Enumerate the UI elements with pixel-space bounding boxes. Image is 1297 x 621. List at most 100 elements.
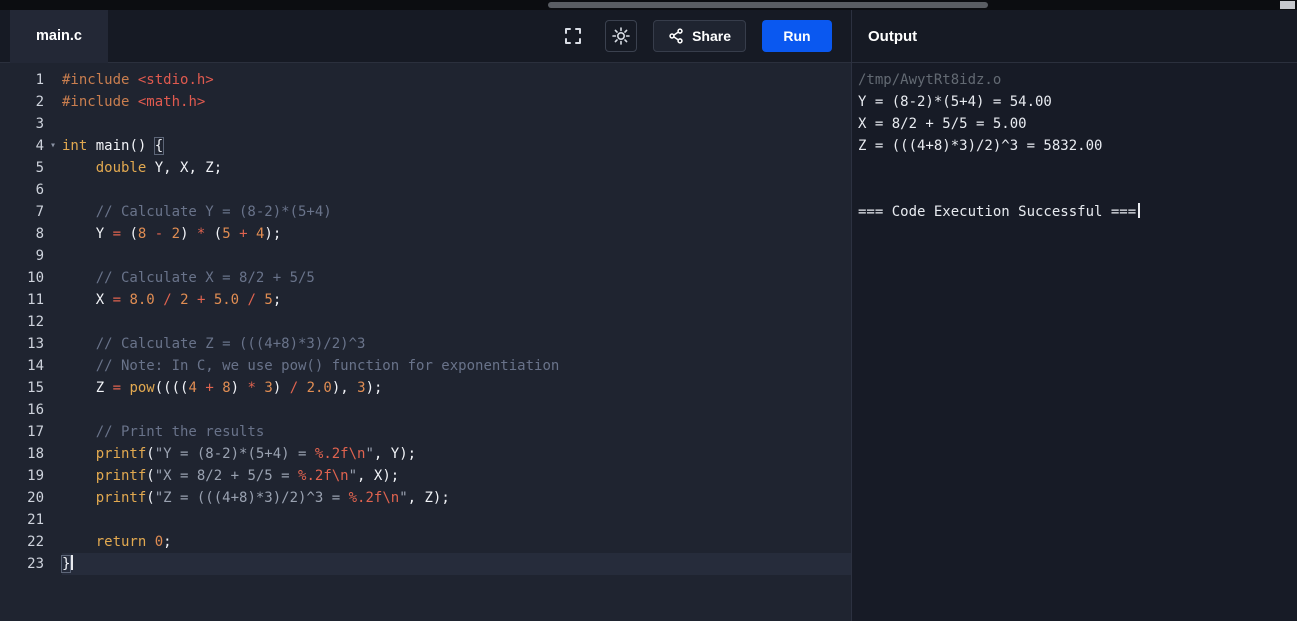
line-number: 6 xyxy=(35,182,44,198)
fold-column xyxy=(44,91,62,113)
code-line[interactable]: 5 double Y, X, Z; xyxy=(0,157,851,179)
theme-toggle-button[interactable] xyxy=(605,20,638,52)
fold-column xyxy=(44,179,62,201)
line-number: 2 xyxy=(35,94,44,110)
output-content: /tmp/AwytRt8idz.o Y = (8-2)*(5+4) = 54.00… xyxy=(852,63,1297,621)
fold-column xyxy=(44,289,62,311)
output-line: X = 8/2 + 5/5 = 5.00 xyxy=(858,116,1027,132)
top-scrollbar[interactable] xyxy=(0,0,1297,10)
code-text: int main() { xyxy=(62,137,165,155)
code-line[interactable]: 12 xyxy=(0,311,851,333)
output-panel: Output /tmp/AwytRt8idz.o Y = (8-2)*(5+4) … xyxy=(851,10,1297,621)
code-line[interactable]: 10 // Calculate X = 8/2 + 5/5 xyxy=(0,267,851,289)
code-line[interactable]: 13 // Calculate Z = (((4+8)*3)/2)^3 xyxy=(0,333,851,355)
output-line: === Code Execution Successful === xyxy=(858,201,1291,223)
code-area[interactable]: 1 #include <stdio.h> 2 #include <math.h> 3 4 ▾… xyxy=(0,63,851,621)
line-number: 1 xyxy=(35,72,44,88)
fold-chevron-down-icon[interactable]: ▾ xyxy=(44,135,62,157)
code-line[interactable]: 2 #include <math.h> xyxy=(0,91,851,113)
code-line[interactable]: 1 #include <stdio.h> xyxy=(0,69,851,91)
fold-column xyxy=(44,509,62,531)
line-number: 10 xyxy=(27,270,44,286)
line-number: 13 xyxy=(27,336,44,352)
code-text: Y = (8 - 2) * (5 + 4); xyxy=(62,226,282,242)
output-line: /tmp/AwytRt8idz.o xyxy=(858,72,1002,88)
output-line: Y = (8-2)*(5+4) = 54.00 xyxy=(858,94,1052,110)
scrollbar-thumb[interactable] xyxy=(548,2,988,8)
run-button-label: Run xyxy=(783,28,811,44)
fold-column xyxy=(44,421,62,443)
fold-column xyxy=(44,487,62,509)
code-line[interactable]: 7 // Calculate Y = (8-2)*(5+4) xyxy=(0,201,851,223)
main-area: main.c Share Run 1 #include <stdio.h> 2 … xyxy=(0,9,1297,621)
code-line[interactable]: 23} xyxy=(0,553,851,575)
editor-panel: main.c Share Run 1 #include <stdio.h> 2 … xyxy=(0,9,851,621)
line-number: 17 xyxy=(27,424,44,440)
code-line[interactable]: 18 printf("Y = (8-2)*(5+4) = %.2f\n", Y)… xyxy=(0,443,851,465)
fullscreen-expand-icon xyxy=(563,26,583,46)
fold-column xyxy=(44,333,62,355)
share-button[interactable]: Share xyxy=(653,20,746,52)
run-button[interactable]: Run xyxy=(762,20,832,52)
line-number: 9 xyxy=(35,248,44,264)
code-line[interactable]: 11 X = 8.0 / 2 + 5.0 / 5; xyxy=(0,289,851,311)
code-line[interactable]: 9 xyxy=(0,245,851,267)
fold-column xyxy=(44,355,62,377)
code-line[interactable]: 8 Y = (8 - 2) * (5 + 4); xyxy=(0,223,851,245)
file-tab-label: main.c xyxy=(36,28,82,44)
line-number: 16 xyxy=(27,402,44,418)
fold-column xyxy=(44,113,62,135)
code-text: // Calculate X = 8/2 + 5/5 xyxy=(95,270,315,286)
terminal-cursor xyxy=(1138,203,1141,218)
line-number: 14 xyxy=(27,358,44,374)
code-line[interactable]: 14 // Note: In C, we use pow() function … xyxy=(0,355,851,377)
line-number: 18 xyxy=(27,446,44,462)
code-text: // Note: In C, we use pow() function for… xyxy=(95,358,560,374)
file-tab-main-c[interactable]: main.c xyxy=(10,9,108,63)
code-text: printf("X = 8/2 + 5/5 = %.2f\n", X); xyxy=(95,468,400,484)
code-text: double Y, X, Z; xyxy=(95,160,223,176)
fullscreen-button[interactable] xyxy=(557,20,589,52)
code-text: #include <stdio.h> xyxy=(62,72,214,88)
code-text: printf("Y = (8-2)*(5+4) = %.2f\n", Y); xyxy=(95,446,417,462)
fold-column xyxy=(44,223,62,245)
editor-header: main.c Share Run xyxy=(0,9,851,63)
fold-column xyxy=(44,157,62,179)
code-line[interactable]: 15 Z = pow((((4 + 8) * 3) / 2.0), 3); xyxy=(0,377,851,399)
code-line[interactable]: 17 // Print the results xyxy=(0,421,851,443)
code-line[interactable]: 6 xyxy=(0,179,851,201)
fold-column xyxy=(44,69,62,91)
fold-column xyxy=(44,443,62,465)
line-number: 23 xyxy=(27,556,44,572)
line-number: 5 xyxy=(35,160,44,176)
fold-column xyxy=(44,531,62,553)
code-line[interactable]: 20 printf("Z = (((4+8)*3)/2)^3 = %.2f\n"… xyxy=(0,487,851,509)
fold-column xyxy=(44,201,62,223)
text-cursor xyxy=(71,555,74,570)
code-line[interactable]: 4 ▾ int main() { xyxy=(0,135,851,157)
line-number: 7 xyxy=(35,204,44,220)
line-number: 15 xyxy=(27,380,44,396)
fold-column xyxy=(44,377,62,399)
code-line[interactable]: 16 xyxy=(0,399,851,421)
line-number: 3 xyxy=(35,116,44,132)
code-playground-app: main.c Share Run 1 #include <stdio.h> 2 … xyxy=(0,0,1297,621)
share-button-label: Share xyxy=(692,28,731,44)
code-line[interactable]: 3 xyxy=(0,113,851,135)
code-text: // Print the results xyxy=(95,424,265,440)
output-header: Output xyxy=(852,10,1297,63)
sun-brightness-icon xyxy=(611,26,631,46)
code-line[interactable]: 19 printf("X = 8/2 + 5/5 = %.2f\n", X); xyxy=(0,465,851,487)
share-nodes-icon xyxy=(668,28,684,44)
code-line[interactable]: 22 return 0; xyxy=(0,531,851,553)
line-number: 20 xyxy=(27,490,44,506)
code-line[interactable]: 21 xyxy=(0,509,851,531)
code-text: printf("Z = (((4+8)*3)/2)^3 = %.2f\n", Z… xyxy=(95,490,450,506)
